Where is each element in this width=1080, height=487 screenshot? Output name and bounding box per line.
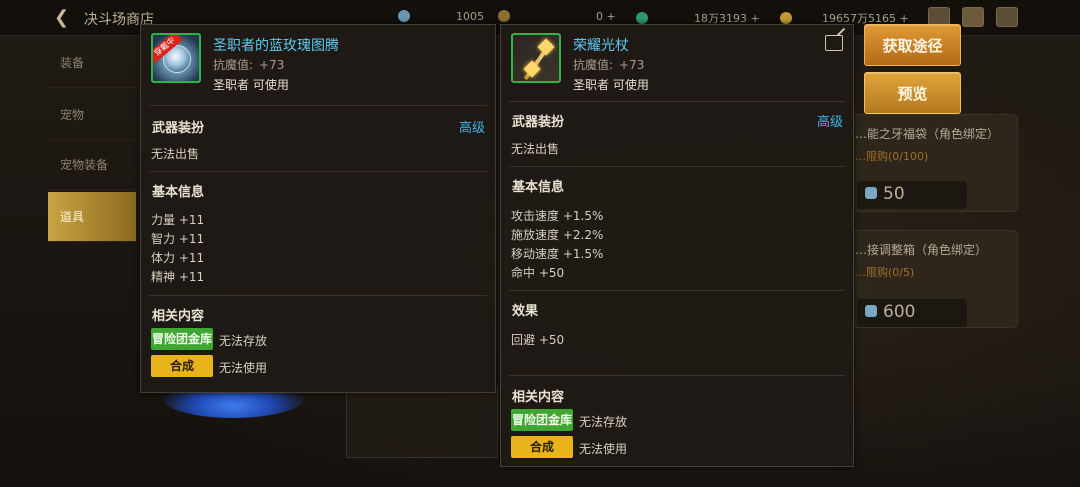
divider (149, 295, 487, 296)
dueling-coin-icon (398, 10, 410, 22)
item-tooltip-compare: 荣耀光杖 抗魔值: +73 圣职者 可使用 武器装扮 高级 无法出售 基本信息 攻… (500, 24, 854, 467)
resource-gold-coin[interactable]: 0 + (498, 10, 616, 23)
shop-card[interactable]: …能之牙福袋（角色绑定） …限购(0/100) 50 (848, 114, 1018, 212)
item-class-restriction: 圣职者 可使用 (213, 78, 289, 92)
divider (149, 171, 487, 172)
back-arrow-icon[interactable]: ❮ (54, 9, 74, 27)
section-basic-info: 基本信息 (152, 185, 205, 200)
section-related: 相关内容 (152, 309, 205, 324)
stat-line: 移动速度 +1.5% (511, 247, 604, 261)
item-grade: 高级 (458, 121, 485, 136)
sidebar-item-pet[interactable]: 宠物 (48, 90, 136, 140)
glory-staff-icon[interactable] (511, 33, 561, 83)
dueling-coin-icon (865, 187, 877, 199)
stat-line: 力量 +11 (151, 213, 205, 227)
divider (509, 166, 845, 167)
sell-status: 无法出售 (511, 142, 560, 156)
blue-rose-totem-icon[interactable]: 穿戴中 (151, 33, 201, 83)
green-gem-icon (636, 12, 648, 24)
shop-card-name: …能之牙福袋（角色绑定） (855, 127, 1000, 141)
stat-line: 攻击速度 +1.5% (511, 209, 604, 223)
section-weapon-skin: 武器装扮 (512, 115, 565, 130)
item-name: 荣耀光杖 (573, 38, 629, 54)
resource-dueling-coin: 1005 (398, 10, 484, 23)
gold-coin-icon (498, 10, 510, 22)
stat-line: 体力 +11 (151, 251, 205, 265)
get-source-button[interactable]: 获取途径 (864, 24, 961, 66)
mail-icon[interactable] (962, 7, 984, 27)
item-magic-resist: 抗魔值: +73 (213, 58, 285, 72)
item-name: 圣职者的蓝玫瑰图腾 (213, 38, 339, 54)
synth-badge: 合成 (511, 436, 573, 458)
divider (509, 375, 845, 376)
item-magic-resist: 抗魔值: +73 (573, 58, 645, 72)
stat-line: 施放速度 +2.2% (511, 228, 604, 242)
sidebar-item-pet-equipment[interactable]: 宠物装备 (48, 140, 136, 190)
share-icon[interactable] (825, 35, 843, 51)
background-panel (346, 386, 498, 458)
chat-icon[interactable] (996, 7, 1018, 27)
stat-line: 精神 +11 (151, 270, 205, 284)
dueling-coin-icon (865, 305, 877, 317)
sidebar-item-equipment[interactable]: 装备 (48, 38, 136, 88)
shop-card[interactable]: …接调整箱（角色绑定） …限购(0/5) 600 (848, 230, 1018, 328)
shop-card-price: 50 (857, 181, 967, 209)
guild-bank-badge: 冒险团金库 (511, 409, 573, 431)
guild-bank-badge: 冒险团金库 (151, 328, 213, 350)
item-tooltip-equipped: 穿戴中 圣职者的蓝玫瑰图腾 抗魔值: +73 圣职者 可使用 武器装扮 高级 无法… (140, 24, 496, 393)
sell-status: 无法出售 (151, 147, 200, 161)
section-related: 相关内容 (512, 390, 565, 405)
effect-line: 回避 +50 (511, 333, 565, 347)
stat-line: 命中 +50 (511, 266, 565, 280)
divider (149, 105, 487, 106)
stat-line: 智力 +11 (151, 232, 205, 246)
shop-card-limit: …限购(0/100) (855, 150, 929, 163)
shop-card-name: …接调整箱（角色绑定） (855, 243, 988, 257)
guild-bank-status: 无法存放 (579, 415, 628, 429)
sidebar-item-items[interactable]: 道具 (48, 192, 136, 242)
gold-ingot-icon (780, 12, 792, 24)
divider (509, 290, 845, 291)
synth-status: 无法使用 (219, 361, 268, 375)
divider (509, 101, 845, 102)
item-class-restriction: 圣职者 可使用 (573, 78, 649, 92)
section-basic-info: 基本信息 (512, 180, 565, 195)
guild-bank-status: 无法存放 (219, 334, 268, 348)
shop-card-limit: …限购(0/5) (855, 266, 915, 279)
synth-badge: 合成 (151, 355, 213, 377)
section-effect: 效果 (512, 304, 539, 319)
item-grade: 高级 (816, 115, 843, 130)
synth-status: 无法使用 (579, 442, 628, 456)
preview-button[interactable]: 预览 (864, 72, 961, 114)
section-weapon-skin: 武器装扮 (152, 121, 205, 136)
shop-card-price: 600 (857, 299, 967, 327)
